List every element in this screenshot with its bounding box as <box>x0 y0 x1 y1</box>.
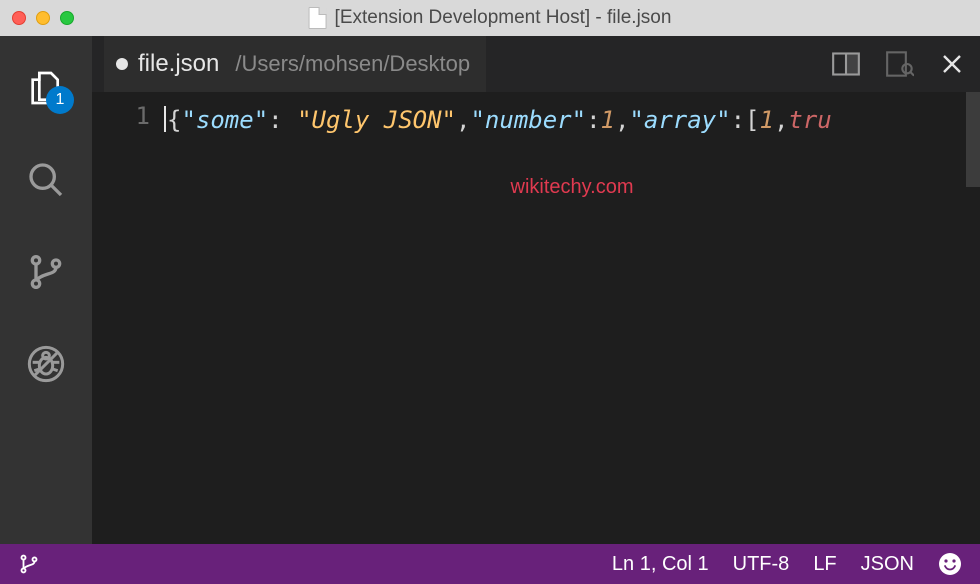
watermark: wikitechy.com <box>511 176 634 199</box>
debug-button[interactable] <box>22 340 70 388</box>
window-controls <box>12 11 74 25</box>
tab-file-json[interactable]: file.json /Users/mohsen/Desktop <box>104 36 486 92</box>
window: [Extension Development Host] - file.json… <box>0 0 980 584</box>
close-window-button[interactable] <box>12 11 26 25</box>
preview-icon <box>886 51 914 77</box>
activity-bar: 1 <box>0 36 92 544</box>
tab-filepath: /Users/mohsen/Desktop <box>235 51 470 77</box>
tab-filename: file.json <box>138 50 219 78</box>
explorer-badge: 1 <box>46 86 74 114</box>
status-encoding[interactable]: UTF-8 <box>721 553 802 576</box>
window-title: [Extension Development Host] - file.json <box>309 7 672 29</box>
editor-actions <box>832 51 964 77</box>
status-cursor-pos[interactable]: Ln 1, Col 1 <box>600 553 721 576</box>
titlebar[interactable]: [Extension Development Host] - file.json <box>0 0 980 36</box>
git-branch-icon <box>18 553 40 575</box>
maximize-window-button[interactable] <box>60 11 74 25</box>
status-eol[interactable]: LF <box>801 553 848 576</box>
body: 1 <box>0 36 980 544</box>
split-editor-button[interactable] <box>832 52 860 76</box>
feedback-button[interactable] <box>926 552 962 576</box>
editor-group: file.json /Users/mohsen/Desktop <box>92 36 980 544</box>
smiley-icon <box>938 552 962 576</box>
minimize-window-button[interactable] <box>36 11 50 25</box>
tab-bar: file.json /Users/mohsen/Desktop <box>92 36 980 92</box>
code-area[interactable]: {"some": "Ugly JSON","number":1,"array":… <box>164 92 980 544</box>
close-editor-button[interactable] <box>940 52 964 76</box>
status-bar: Ln 1, Col 1 UTF-8 LF JSON <box>0 544 980 584</box>
toggle-preview-button[interactable] <box>886 51 914 77</box>
search-button[interactable] <box>22 156 70 204</box>
close-icon <box>940 52 964 76</box>
gutter: 1 <box>92 92 164 544</box>
status-scm-button[interactable] <box>18 553 52 575</box>
file-icon <box>309 7 327 29</box>
search-icon <box>26 160 66 200</box>
cursor <box>164 106 166 132</box>
dirty-indicator-icon <box>116 58 128 70</box>
git-branch-icon <box>26 252 66 292</box>
status-language[interactable]: JSON <box>849 553 926 576</box>
window-title-text: [Extension Development Host] - file.json <box>335 7 672 29</box>
explorer-button[interactable]: 1 <box>22 64 70 112</box>
bug-disabled-icon <box>26 344 66 384</box>
line-number: 1 <box>92 102 150 130</box>
scm-button[interactable] <box>22 248 70 296</box>
editor[interactable]: 1 {"some": "Ugly JSON","number":1,"array… <box>92 92 980 544</box>
split-editor-icon <box>832 52 860 76</box>
scrollbar-thumb[interactable] <box>966 92 980 187</box>
